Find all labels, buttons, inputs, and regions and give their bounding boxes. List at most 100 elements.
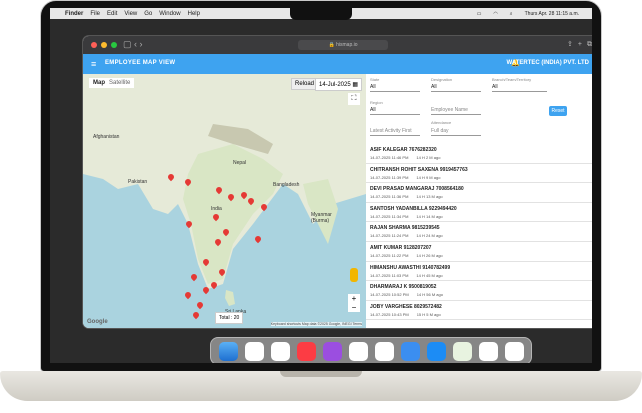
list-item[interactable]: DHARMARAJ K 9500819052 14-07-2025 10:52 P…: [366, 281, 592, 301]
region-label: Region: [370, 100, 383, 105]
region-select[interactable]: All: [370, 107, 420, 115]
list-item[interactable]: CHITRANSH ROHIT SAXENA 9919457763 14-07-2…: [366, 164, 592, 184]
slack-icon[interactable]: [270, 341, 290, 361]
list-item[interactable]: JOBY VARGHESE 8029572482 14-07-2025 10:43…: [366, 301, 592, 321]
mail-icon[interactable]: [400, 341, 420, 361]
reload-button[interactable]: Reload: [291, 78, 319, 90]
menubar-clock[interactable]: Thurs Apr. 28 11:15 a.m.: [525, 11, 579, 17]
state-label: State: [370, 77, 380, 82]
list-item[interactable]: AMIT KUMAR 9128207207 14-07-2025 11:22 PM…: [366, 242, 592, 262]
new-tab-icon[interactable]: +: [578, 41, 587, 48]
news-icon[interactable]: [504, 341, 524, 361]
map-type-map[interactable]: Map: [93, 80, 105, 86]
map-label: India: [211, 206, 222, 212]
date-value: 14-Jul-2025: [319, 82, 351, 88]
employee-time: 14-07-2025 11:46 PM: [370, 155, 409, 160]
employee-ago: 14 H 45 M ago: [416, 272, 443, 278]
camera-notch: [290, 8, 352, 20]
designation-label: Designation: [431, 77, 453, 82]
sort-select[interactable]: Latest Activity First: [370, 128, 420, 136]
map-view[interactable]: Map Satellite Reload 14-Jul-2025 ▦ ⛶ Afgh…: [83, 74, 366, 328]
finder-icon[interactable]: [218, 341, 238, 361]
date-picker[interactable]: 14-Jul-2025 ▦: [315, 78, 363, 91]
map-type-toggle[interactable]: Map Satellite: [89, 78, 135, 88]
nav-arrows: ▢ ‹ ›: [123, 39, 143, 50]
zoom-out-button[interactable]: −: [348, 303, 360, 312]
employee-name: SANTOSH YADANBILLA 9229494420: [370, 205, 457, 212]
tabs-overview-icon[interactable]: ⧉: [587, 41, 592, 48]
employee-time: 14-07-2025 11:22 PM: [370, 252, 409, 258]
wifi-icon[interactable]: ◠: [493, 11, 497, 17]
url-text: hismap.io: [336, 42, 358, 48]
fullscreen-icon[interactable]: ⛶: [348, 93, 360, 105]
zoom-in-button[interactable]: +: [348, 294, 360, 303]
share-icon[interactable]: ⇪: [567, 41, 578, 48]
employee-name: CHITRANSH ROHIT SAXENA 9919457763: [370, 166, 468, 173]
menu-go[interactable]: Go: [144, 11, 152, 17]
photos-icon[interactable]: [478, 341, 498, 361]
laptop-base-notch: [280, 371, 362, 377]
list-item[interactable]: SANTOSH YADANBILLA 9229494420 14-07-2025 …: [366, 203, 592, 223]
street-view-icon[interactable]: [350, 268, 358, 282]
map-label: Myanmar (Burma): [311, 212, 332, 224]
branch-select[interactable]: All: [492, 84, 547, 92]
menu-window[interactable]: Window: [159, 11, 180, 17]
company-name: WATERTEC (INDIA) PVT. LTD: [506, 60, 589, 66]
employee-ago: 14 H 9 M ago: [416, 174, 441, 180]
menu-file[interactable]: File: [90, 11, 100, 17]
reset-button[interactable]: Reset: [549, 106, 567, 116]
attendance-select[interactable]: Full day: [431, 128, 481, 136]
menu-view[interactable]: View: [124, 11, 137, 17]
designation-select[interactable]: All: [431, 84, 481, 92]
back-icon[interactable]: ‹: [134, 39, 137, 49]
list-item[interactable]: DEVI PRASAD MANGARAJ 7008564180 14-07-202…: [366, 183, 592, 203]
battery-icon[interactable]: ▭: [477, 11, 482, 17]
forward-icon[interactable]: ›: [140, 39, 143, 49]
filters: State All Designation All Branch/Team/Te…: [366, 74, 592, 144]
maps-icon[interactable]: [452, 341, 472, 361]
menu-app[interactable]: Finder: [65, 11, 83, 17]
notes-icon[interactable]: [374, 341, 394, 361]
employee-ago: 14 H 2 M ago: [416, 155, 441, 160]
attendance-label: Attendance: [431, 120, 452, 125]
map-type-satellite[interactable]: Satellite: [109, 80, 130, 86]
employee-ago: 14 H 14 M ago: [416, 213, 443, 219]
employee-time: 14-07-2025 10:52 PM: [370, 292, 409, 298]
music-icon[interactable]: [296, 341, 316, 361]
app-store-icon[interactable]: [426, 341, 446, 361]
employee-time: 14-07-2025 11:24 PM: [370, 233, 409, 239]
employee-time: 14-07-2025 11:34 PM: [370, 213, 409, 219]
dock: [210, 337, 532, 363]
employee-ago: 14 H 26 M ago: [416, 252, 443, 258]
podcasts-icon[interactable]: [322, 341, 342, 361]
search-icon[interactable]: ⌕: [510, 11, 513, 17]
google-logo: Google: [87, 319, 108, 325]
sidebar-icon[interactable]: ▢: [123, 39, 132, 49]
map-label: Nepal: [233, 160, 247, 166]
zoom-window-button[interactable]: [111, 42, 117, 48]
menu-icon[interactable]: ≡: [91, 59, 96, 69]
employee-name-input[interactable]: Employee Name: [431, 107, 481, 115]
browser-toolbar: ▢ ‹ › 🔒 hismap.io ⇪+⧉: [83, 36, 592, 54]
employee-time: 14-07-2025 11:36 PM: [370, 194, 409, 200]
map-attribution[interactable]: Keyboard shortcuts Map data ©2025 Google…: [270, 322, 362, 326]
menu-edit[interactable]: Edit: [107, 11, 117, 17]
list-item[interactable]: HIMANSHU AWASTHI 9140782499 14-07-2025 11…: [366, 262, 592, 282]
list-item[interactable]: RAJAN SHARMA 9815239545 14-07-2025 11:24 …: [366, 222, 592, 242]
employee-name: ASIF KALEGAR 7676282320: [370, 147, 437, 153]
page-title: EMPLOYEE MAP VIEW: [105, 60, 176, 66]
total-count: Total : 20: [215, 312, 244, 324]
menu-help[interactable]: Help: [188, 11, 200, 17]
list-item[interactable]: ASIF KALEGAR 7676282320 14-07-2025 11:46 …: [366, 144, 592, 164]
address-bar[interactable]: 🔒 hismap.io: [298, 40, 388, 50]
reminders-icon[interactable]: [348, 341, 368, 361]
minimize-window-button[interactable]: [101, 42, 107, 48]
map-label: Pakistan: [128, 179, 148, 185]
employee-panel: State All Designation All Branch/Team/Te…: [366, 74, 592, 328]
safari-icon[interactable]: [244, 341, 264, 361]
map-land: [83, 74, 366, 306]
state-select[interactable]: All: [370, 84, 420, 92]
window-controls: [91, 42, 117, 48]
employee-name: DHARMARAJ K 9500819052: [370, 284, 437, 291]
close-window-button[interactable]: [91, 42, 97, 48]
